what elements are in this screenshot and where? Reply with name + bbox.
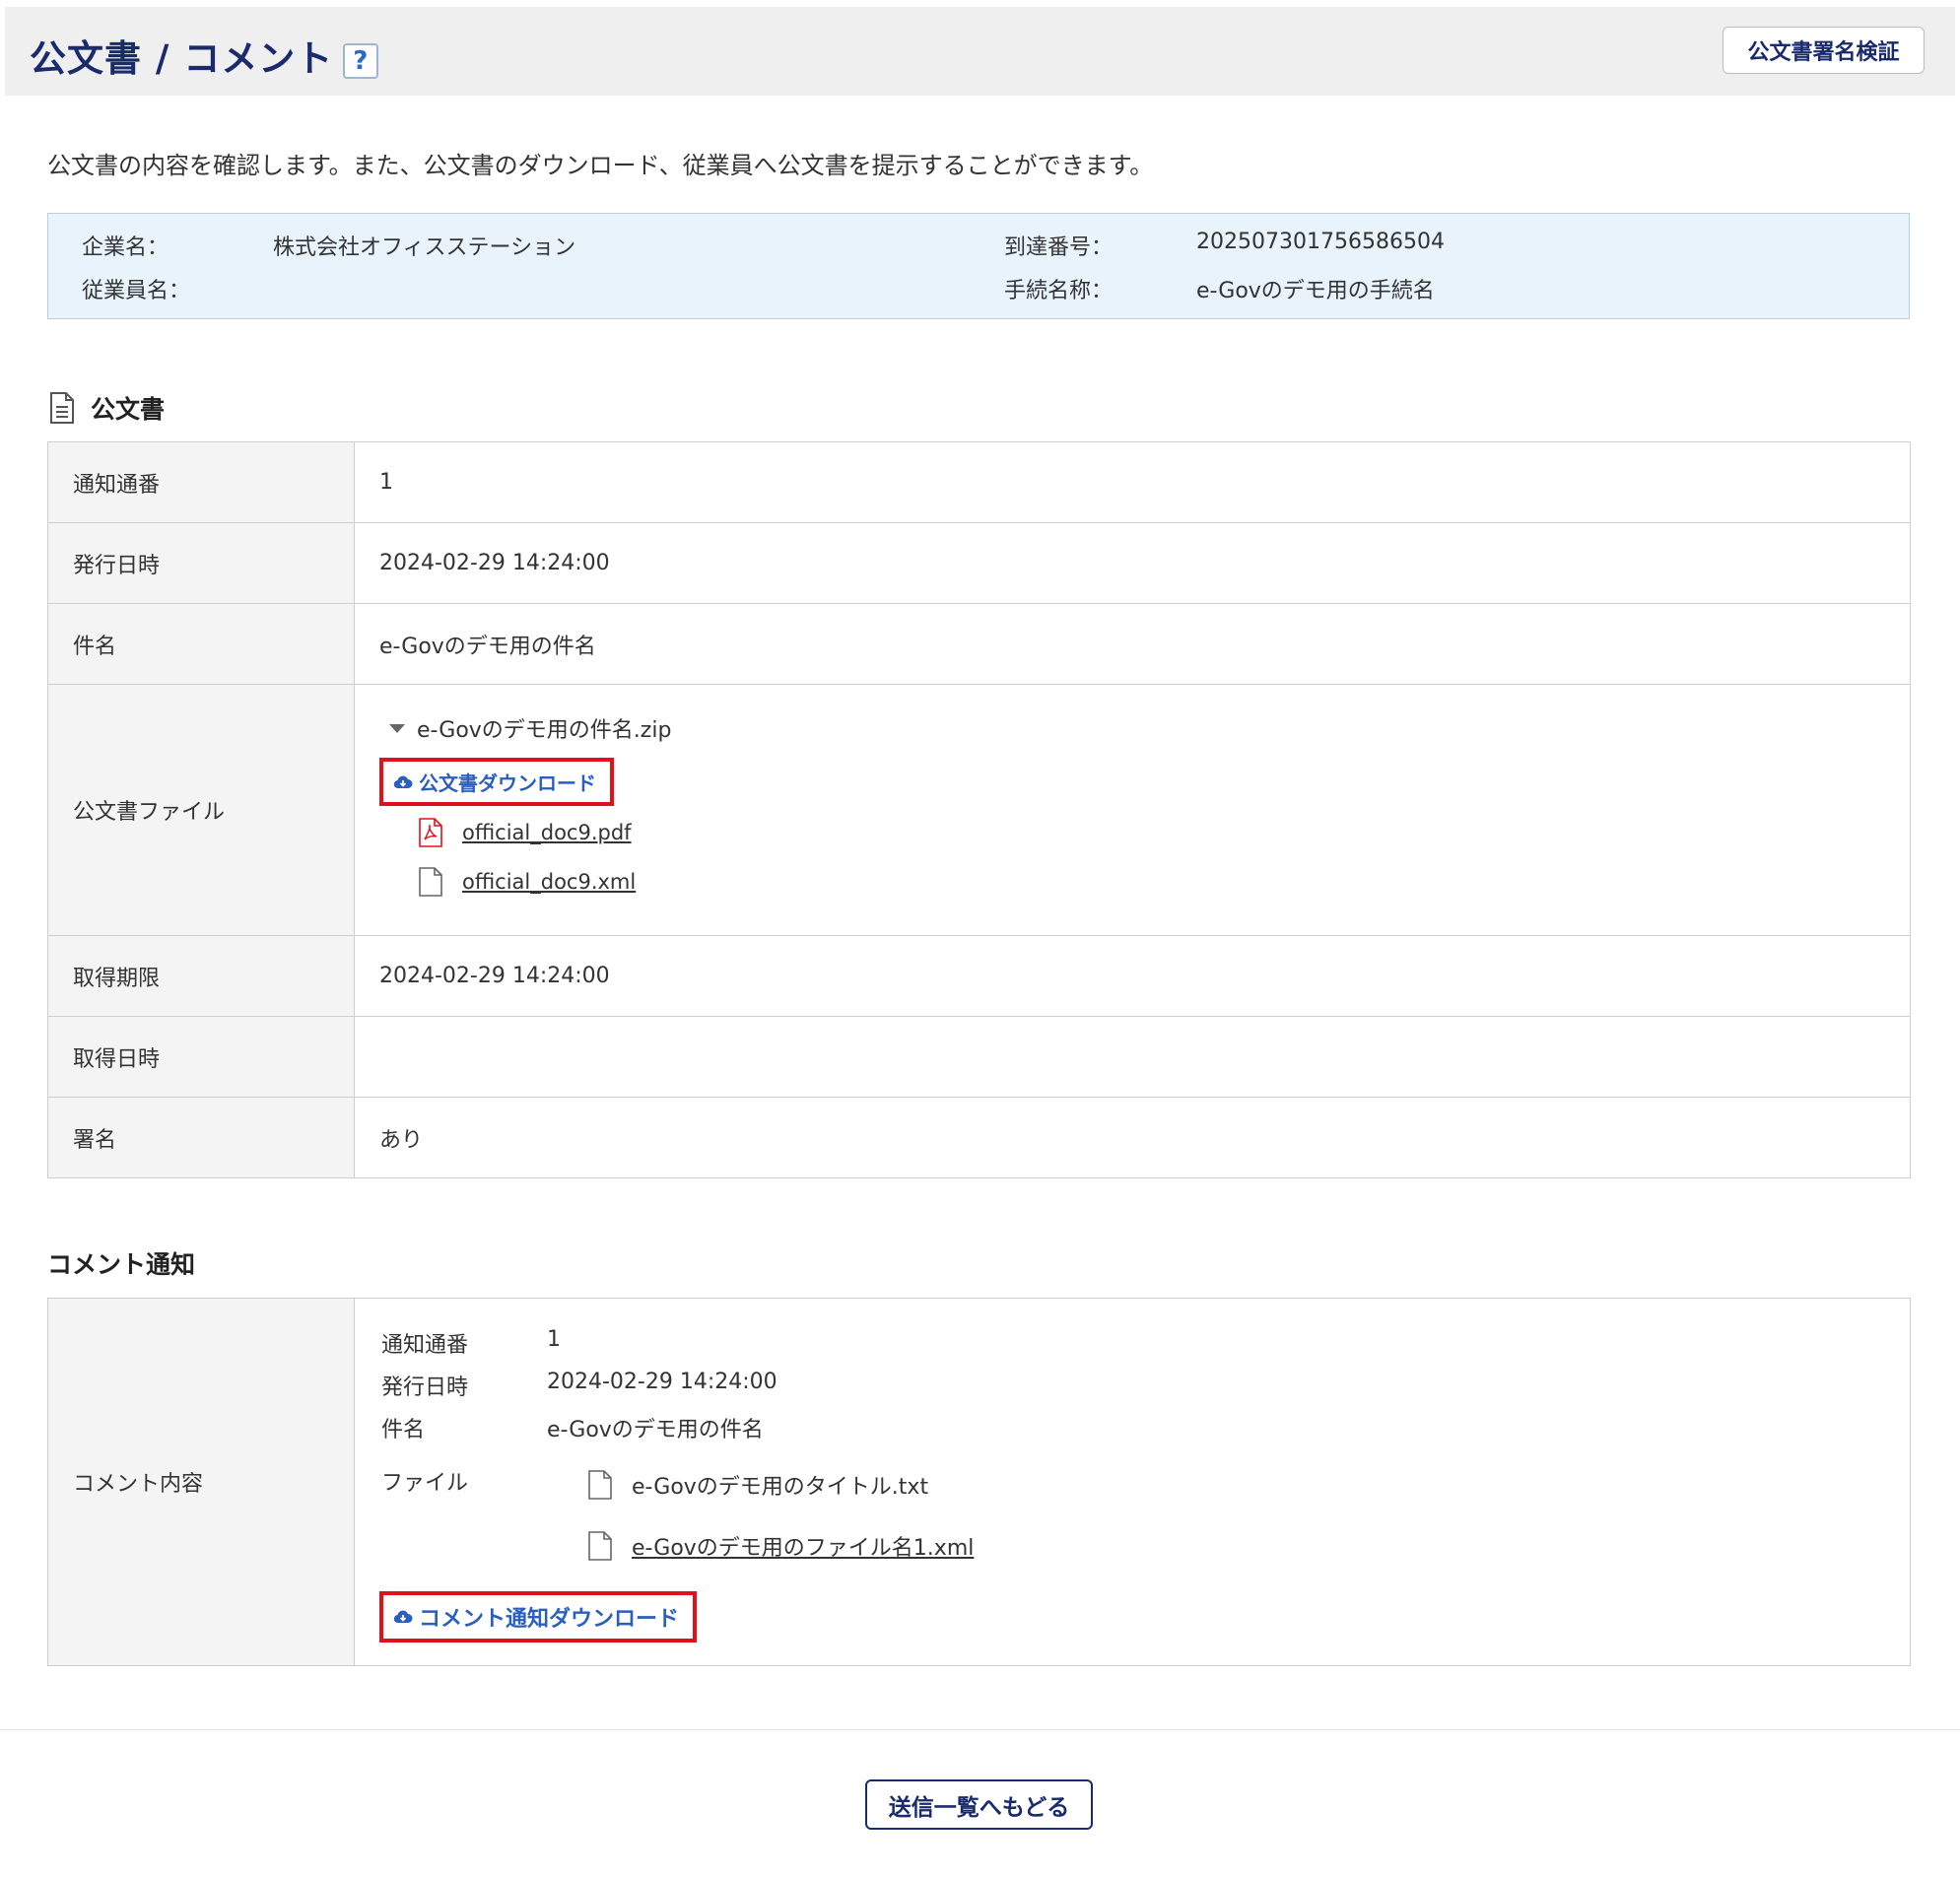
- txt-file-name: e-Govのデモ用のタイトル.txt: [632, 1475, 929, 1500]
- table-row: 発行日時 2024-02-29 14:24:00: [47, 522, 1911, 604]
- procedure-name-label: 手続名称：: [1004, 279, 1114, 303]
- notice-no-label: 通知通番: [381, 1333, 469, 1358]
- notice-no-value: 1: [547, 1327, 561, 1352]
- xml-file-link[interactable]: official_doc9.xml: [462, 870, 636, 894]
- info-box: 企業名： 株式会社オフィスステーション 従業員名： 到達番号： 20250730…: [47, 213, 1910, 319]
- download-button-label: 公文書ダウンロード: [419, 771, 596, 795]
- page-description: 公文書の内容を確認します。また、公文書のダウンロード、従業員へ公文書を提示するこ…: [47, 152, 1154, 179]
- table-row-files: 公文書ファイル e-Govのデモ用の件名.zip 公文書ダウンロード offic…: [47, 684, 1911, 936]
- cloud-download-icon: [393, 1610, 413, 1624]
- comment-section-title: コメント通知: [47, 1250, 196, 1279]
- comment-content-label: コメント内容: [47, 1298, 355, 1666]
- comment-table: コメント内容 通知通番 1 発行日時 2024-02-29 14:24:00 件…: [47, 1298, 1911, 1666]
- issue-date-label: 発行日時: [381, 1375, 469, 1400]
- comment-download-button[interactable]: コメント通知ダウンロード: [379, 1591, 698, 1642]
- file-icon: [419, 867, 442, 897]
- row-label: 通知通番: [47, 441, 355, 523]
- page-title-text: 公文書 / コメント: [30, 37, 334, 80]
- row-label: 公文書ファイル: [47, 684, 355, 936]
- file-label: ファイル: [381, 1471, 469, 1496]
- file-row: official_doc9.pdf: [419, 818, 1909, 847]
- table-row: 件名 e-Govのデモ用の件名: [47, 603, 1911, 685]
- zip-folder-toggle[interactable]: e-Govのデモ用の件名.zip: [389, 712, 1909, 744]
- pdf-file-link[interactable]: official_doc9.pdf: [462, 821, 632, 844]
- row-label: 取得日時: [47, 1016, 355, 1098]
- row-value: [354, 1016, 1911, 1098]
- table-row: コメント内容 通知通番 1 発行日時 2024-02-29 14:24:00 件…: [47, 1298, 1911, 1666]
- official-doc-section-label: 公文書: [91, 395, 166, 424]
- download-button-label: コメント通知ダウンロード: [419, 1607, 680, 1632]
- file-icon: [588, 1470, 612, 1500]
- row-label: 発行日時: [47, 522, 355, 604]
- row-label: 取得期限: [47, 935, 355, 1017]
- employee-label: 従業員名：: [82, 279, 191, 303]
- file-cell: e-Govのデモ用の件名.zip 公文書ダウンロード official_doc9…: [354, 684, 1911, 936]
- triangle-down-icon: [389, 723, 405, 733]
- company-label: 企業名：: [82, 235, 169, 260]
- procedure-name-value: e-Govのデモ用の手続名: [1196, 279, 1435, 303]
- zip-file-name: e-Govのデモ用の件名.zip: [417, 718, 672, 743]
- row-value: 1: [354, 441, 1911, 523]
- official-doc-download-button[interactable]: 公文書ダウンロード: [379, 758, 614, 806]
- cloud-download-icon: [393, 775, 413, 788]
- official-doc-table: 通知通番 1 発行日時 2024-02-29 14:24:00 件名 e-Gov…: [47, 441, 1911, 1178]
- file-row: e-Govのデモ用のタイトル.txt: [588, 1469, 928, 1501]
- back-to-list-button[interactable]: 送信一覧へもどる: [865, 1779, 1093, 1830]
- row-label: 署名: [47, 1097, 355, 1178]
- file-row: official_doc9.xml: [419, 867, 1909, 897]
- xml-file-link[interactable]: e-Govのデモ用のファイル名1.xml: [632, 1530, 974, 1562]
- company-value: 株式会社オフィスステーション: [273, 235, 576, 260]
- document-icon: [50, 392, 74, 424]
- table-row: 署名 あり: [47, 1097, 1911, 1178]
- arrival-number-value: 202507301756586504: [1196, 230, 1445, 254]
- pdf-icon: [419, 818, 442, 847]
- table-row: 取得日時: [47, 1016, 1911, 1098]
- arrival-number-label: 到達番号：: [1004, 235, 1114, 260]
- help-icon[interactable]: ?: [343, 42, 379, 79]
- file-row: e-Govのデモ用のファイル名1.xml: [588, 1530, 974, 1562]
- row-label: 件名: [47, 603, 355, 685]
- official-doc-section-title: 公文書: [49, 390, 165, 426]
- page-title: 公文書 / コメント?: [30, 29, 379, 82]
- issue-date-value: 2024-02-29 14:24:00: [547, 1370, 777, 1394]
- file-icon: [588, 1531, 612, 1561]
- row-value: 2024-02-29 14:24:00: [354, 935, 1911, 1017]
- row-value: e-Govのデモ用の件名: [354, 603, 1911, 685]
- row-value: あり: [354, 1097, 1911, 1178]
- table-row: 通知通番 1: [47, 441, 1911, 523]
- subject-label: 件名: [381, 1418, 426, 1442]
- subject-value: e-Govのデモ用の件名: [547, 1418, 764, 1442]
- row-value: 2024-02-29 14:24:00: [354, 522, 1911, 604]
- signature-verify-button[interactable]: 公文書署名検証: [1723, 27, 1925, 74]
- comment-content-cell: 通知通番 1 発行日時 2024-02-29 14:24:00 件名 e-Gov…: [354, 1298, 1911, 1666]
- page-header: 公文書 / コメント?: [5, 7, 1955, 96]
- table-row: 取得期限 2024-02-29 14:24:00: [47, 935, 1911, 1017]
- footer-divider: [0, 1729, 1960, 1730]
